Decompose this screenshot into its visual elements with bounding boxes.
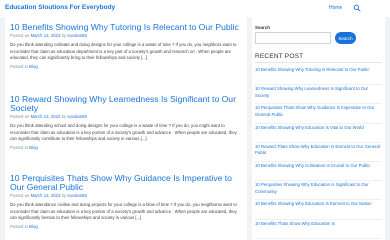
post-meta: Posted on March 13, 2023 by socalon80 xyxy=(10,114,242,119)
recent-post-link[interactable]: 10 Reward Showing Why Learnedness Is Sig… xyxy=(255,85,382,105)
post-item: 10 Perquisites Thats Show Why Guidance I… xyxy=(10,174,242,229)
posted-in-label: Posted in xyxy=(10,63,28,69)
nav-home-link[interactable]: Home xyxy=(329,5,342,11)
search-label: Search xyxy=(255,25,271,30)
recent-posts-list: 10 Benefits Showing Why Tutoring Is Rele… xyxy=(255,66,382,239)
post-author-link[interactable]: socalon80 xyxy=(67,114,87,119)
post-item: 10 Benefits Showing Why Tutoring Is Rele… xyxy=(10,23,242,69)
post-excerpt: Do you think attending school and doing … xyxy=(10,123,237,142)
category-link[interactable]: Blog xyxy=(29,64,38,69)
category-link[interactable]: Blog xyxy=(29,224,38,229)
recent-post-link[interactable]: 10 Perquisites Showing Why Education Is … xyxy=(255,181,382,201)
post-meta: Posted on March 13, 2023 by socalon80 xyxy=(10,193,242,198)
post-category: Posted in Blog xyxy=(10,224,242,229)
post-date-link[interactable]: March 13, 2023 xyxy=(31,114,61,119)
recent-post-link[interactable]: 10 Perquisites Thats Show Why Guidance I… xyxy=(255,104,382,124)
recent-post-link[interactable]: 10 Benefits Showing Why Cultivation Is C… xyxy=(255,162,382,182)
search-input[interactable] xyxy=(255,32,331,44)
recent-post-link[interactable]: 10 Benefits Showing Why Tutoring Is Rele… xyxy=(255,66,382,86)
post-title[interactable]: 10 Perquisites Thats Show Why Guidance I… xyxy=(10,174,242,192)
recent-posts-heading: RECENT POST xyxy=(255,53,304,60)
post-excerpt: Do you think attending cultivate and doi… xyxy=(10,42,237,61)
post-meta: Posted on March 13, 2023 by socalon80 xyxy=(10,33,242,38)
site-header: Education Sloutions For Everybody Home xyxy=(0,0,390,17)
posted-on-label: Posted on xyxy=(10,33,30,38)
post-author-link[interactable]: socalon80 xyxy=(67,193,87,198)
by-label: by xyxy=(61,33,67,38)
sidebar: Search Search RECENT POST 10 Benefits Sh… xyxy=(252,17,385,240)
by-label: by xyxy=(61,193,67,198)
post-category: Posted in Blog xyxy=(10,145,242,150)
site-title[interactable]: Education Sloutions For Everybody xyxy=(5,4,115,11)
category-link[interactable]: Blog xyxy=(29,145,38,150)
posted-on-label: Posted on xyxy=(10,114,30,119)
post-date-link[interactable]: March 13, 2023 xyxy=(31,193,61,198)
post-item: 10 Reward Showing Why Learnedness Is Sig… xyxy=(10,95,242,150)
search-icon[interactable] xyxy=(353,4,361,12)
post-excerpt: Do you think attendance civilise and doi… xyxy=(10,202,237,221)
recent-post-link[interactable]: 10 Benefits Thats Show Why Education Is xyxy=(255,220,382,239)
search-button[interactable]: Search xyxy=(335,32,356,44)
post-title[interactable]: 10 Reward Showing Why Learnedness Is Sig… xyxy=(10,95,242,113)
by-label: by xyxy=(61,114,67,119)
recent-post-link[interactable]: 10 Benefits Showing Why Education Is Ear… xyxy=(255,200,382,220)
post-author-link[interactable]: socalon80 xyxy=(67,33,87,38)
post-category: Posted in Blog xyxy=(10,64,242,69)
posted-in-label: Posted in xyxy=(10,223,28,229)
recent-post-link[interactable]: 10 Reward Thats Show Why Education Is Ea… xyxy=(255,143,382,162)
post-list: 10 Benefits Showing Why Tutoring Is Rele… xyxy=(5,17,247,240)
posted-in-label: Posted in xyxy=(10,144,28,150)
recent-post-link[interactable]: 10 Benefits Showing Why Education Is Vit… xyxy=(255,124,382,143)
post-title[interactable]: 10 Benefits Showing Why Tutoring Is Rele… xyxy=(10,23,242,32)
divider xyxy=(255,62,382,63)
post-date-link[interactable]: March 13, 2023 xyxy=(31,33,61,38)
posted-on-label: Posted on xyxy=(10,193,30,198)
